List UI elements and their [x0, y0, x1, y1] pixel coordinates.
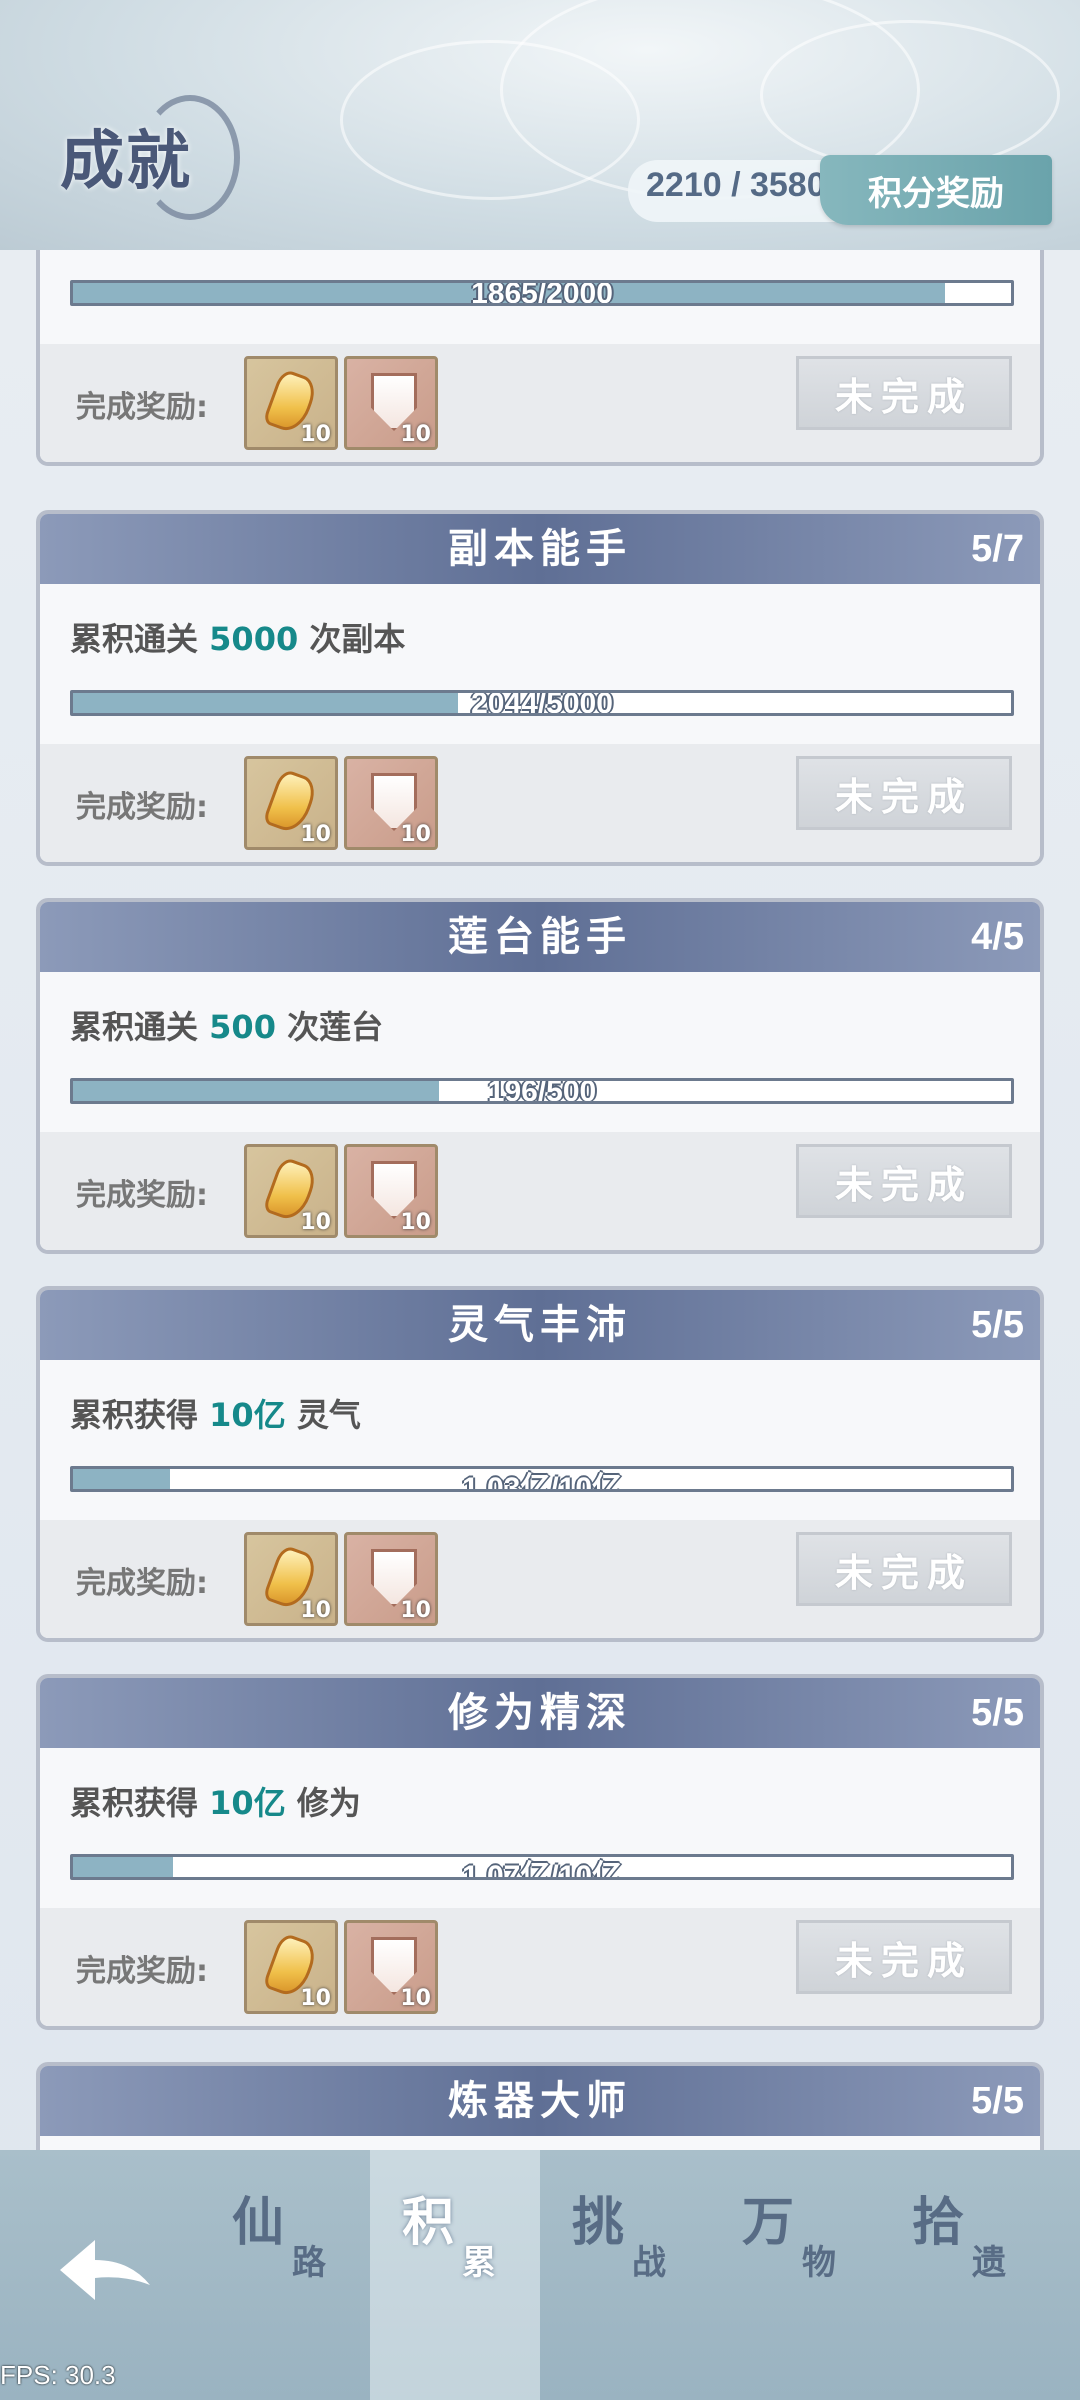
progress-bar: 196/500	[70, 1078, 1014, 1104]
achievement-tier-count: 4/5	[971, 916, 1024, 958]
tab-sub-char: 遗	[972, 2243, 1006, 2283]
card-body	[40, 2136, 1040, 2150]
jade-token-item[interactable]: 10	[244, 756, 338, 850]
item-count: 10	[400, 822, 431, 847]
status-incomplete-button[interactable]: 未完成	[796, 1920, 1012, 1994]
achievement-list[interactable]: 1865/2000 完成奖励: 10 10 未完成 副本能手 5/7 累积通关 …	[0, 250, 1080, 2150]
item-count: 10	[300, 1986, 331, 2011]
item-count: 10	[300, 422, 331, 447]
reward-row: 完成奖励: 10 10 未完成	[40, 744, 1040, 862]
shield-token-item[interactable]: 10	[344, 1144, 438, 1238]
reward-label: 完成奖励:	[76, 1178, 208, 1213]
achievement-name: 灵气丰沛	[448, 1302, 632, 1348]
card-body: 累积获得 10亿 灵气 1.03亿/10亿	[40, 1360, 1040, 1520]
item-count: 10	[400, 1986, 431, 2011]
achievement-tier-count: 5/5	[971, 2080, 1024, 2122]
progress-text: 2044/5000	[471, 690, 613, 716]
shield-token-item[interactable]: 10	[344, 1532, 438, 1626]
back-arrow-icon[interactable]	[50, 2230, 160, 2310]
achievement-tier-count: 5/5	[971, 1692, 1024, 1734]
achievement-card-partial: 1865/2000 完成奖励: 10 10 未完成	[36, 250, 1044, 466]
achievement-card: 副本能手 5/7 累积通关 5000 次副本 2044/5000 完成奖励: 1…	[36, 510, 1044, 866]
points-counter: 2210 / 3580	[646, 166, 826, 204]
status-incomplete-button[interactable]: 未完成	[796, 356, 1012, 430]
progress-text: 196/500	[487, 1078, 597, 1104]
back-arrow-icon	[60, 2240, 150, 2300]
jade-token-item[interactable]: 10	[244, 1144, 338, 1238]
card-body: 累积通关 5000 次副本 2044/5000	[40, 584, 1040, 744]
card-header: 炼器大师 5/5	[40, 2066, 1040, 2136]
item-count: 10	[300, 822, 331, 847]
fps-counter: FPS: 30.3	[0, 2360, 116, 2390]
achievement-description: 累积获得 10亿 灵气	[70, 1396, 361, 1434]
achievement-tier-count: 5/5	[971, 1304, 1024, 1346]
jade-token-item[interactable]: 10	[244, 356, 338, 450]
achievement-name: 炼器大师	[448, 2078, 632, 2124]
bottom-nav: 仙 路 积 累 挑 战 万 物 拾 遗	[0, 2150, 1080, 2400]
progress-bar: 1.07亿/10亿	[70, 1854, 1014, 1880]
tab-sub-char: 路	[292, 2243, 326, 2283]
shield-token-item[interactable]: 10	[344, 356, 438, 450]
decor-ring	[760, 20, 1060, 170]
tab-wanwu[interactable]: 万 物	[710, 2150, 880, 2400]
status-incomplete-button[interactable]: 未完成	[796, 756, 1012, 830]
card-body: 累积通关 500 次莲台 196/500	[40, 972, 1040, 1132]
progress-text: 1.03亿/10亿	[461, 1472, 623, 1492]
reward-label: 完成奖励:	[76, 1954, 208, 1989]
tab-xianlu[interactable]: 仙 路	[200, 2150, 370, 2400]
reward-label: 完成奖励:	[76, 390, 208, 425]
achievement-tier-count: 5/7	[971, 528, 1024, 570]
tab-sub-char: 物	[802, 2243, 836, 2283]
achievement-description: 累积获得 10亿 修为	[70, 1784, 361, 1822]
achievement-name: 副本能手	[448, 526, 632, 572]
points-reward-button[interactable]: 积分奖励	[820, 155, 1052, 225]
achievement-card: 修为精深 5/5 累积获得 10亿 修为 1.07亿/10亿 完成奖励: 10 …	[36, 1674, 1044, 2030]
item-count: 10	[300, 1210, 331, 1235]
jade-token-item[interactable]: 10	[244, 1532, 338, 1626]
shield-token-item[interactable]: 10	[344, 1920, 438, 2014]
item-count: 10	[300, 1598, 331, 1623]
progress-text: 1.07亿/10亿	[461, 1860, 623, 1880]
reward-label: 完成奖励:	[76, 1566, 208, 1601]
card-header: 莲台能手 4/5	[40, 902, 1040, 972]
item-count: 10	[400, 422, 431, 447]
card-header: 灵气丰沛 5/5	[40, 1290, 1040, 1360]
achievement-description: 累积通关 5000 次副本	[70, 620, 406, 658]
tab-main-char: 拾	[912, 2192, 965, 2253]
tab-sub-char: 累	[462, 2243, 496, 2283]
achievement-description: 累积通关 500 次莲台	[70, 1008, 384, 1046]
reward-row: 完成奖励: 10 10 未完成	[40, 1132, 1040, 1250]
tab-sub-char: 战	[632, 2243, 666, 2283]
jade-token-item[interactable]: 10	[244, 1920, 338, 2014]
status-incomplete-button[interactable]: 未完成	[796, 1144, 1012, 1218]
card-body: 累积获得 10亿 修为 1.07亿/10亿	[40, 1748, 1040, 1908]
progress-bar: 1865/2000	[70, 280, 1014, 306]
tab-main-char: 万	[742, 2192, 795, 2253]
reward-row: 完成奖励: 10 10 未完成	[40, 344, 1040, 462]
reward-row: 完成奖励: 10 10 未完成	[40, 1908, 1040, 2026]
achievement-card: 炼器大师 5/5	[36, 2062, 1044, 2150]
progress-bar: 1.03亿/10亿	[70, 1466, 1014, 1492]
status-incomplete-button[interactable]: 未完成	[796, 1532, 1012, 1606]
tab-main-char: 挑	[572, 2192, 625, 2253]
progress-bar: 2044/5000	[70, 690, 1014, 716]
tab-main-char: 仙	[232, 2192, 285, 2253]
item-count: 10	[400, 1598, 431, 1623]
reward-row: 完成奖励: 10 10 未完成	[40, 1520, 1040, 1638]
item-count: 10	[400, 1210, 431, 1235]
card-header: 副本能手 5/7	[40, 514, 1040, 584]
page-title: 成就	[60, 124, 192, 199]
card-header: 修为精深 5/5	[40, 1678, 1040, 1748]
tab-tiaozhan[interactable]: 挑 战	[540, 2150, 710, 2400]
tab-jilei[interactable]: 积 累	[370, 2150, 540, 2400]
shield-token-item[interactable]: 10	[344, 756, 438, 850]
achievement-name: 修为精深	[448, 1690, 632, 1736]
achievement-name: 莲台能手	[448, 914, 632, 960]
tab-main-char: 积	[402, 2192, 455, 2253]
reward-label: 完成奖励:	[76, 790, 208, 825]
tab-shiyi[interactable]: 拾 遗	[880, 2150, 1050, 2400]
achievement-card: 灵气丰沛 5/5 累积获得 10亿 灵气 1.03亿/10亿 完成奖励: 10 …	[36, 1286, 1044, 1642]
progress-text: 1865/2000	[471, 280, 613, 306]
achievement-card: 莲台能手 4/5 累积通关 500 次莲台 196/500 完成奖励: 10 1…	[36, 898, 1044, 1254]
